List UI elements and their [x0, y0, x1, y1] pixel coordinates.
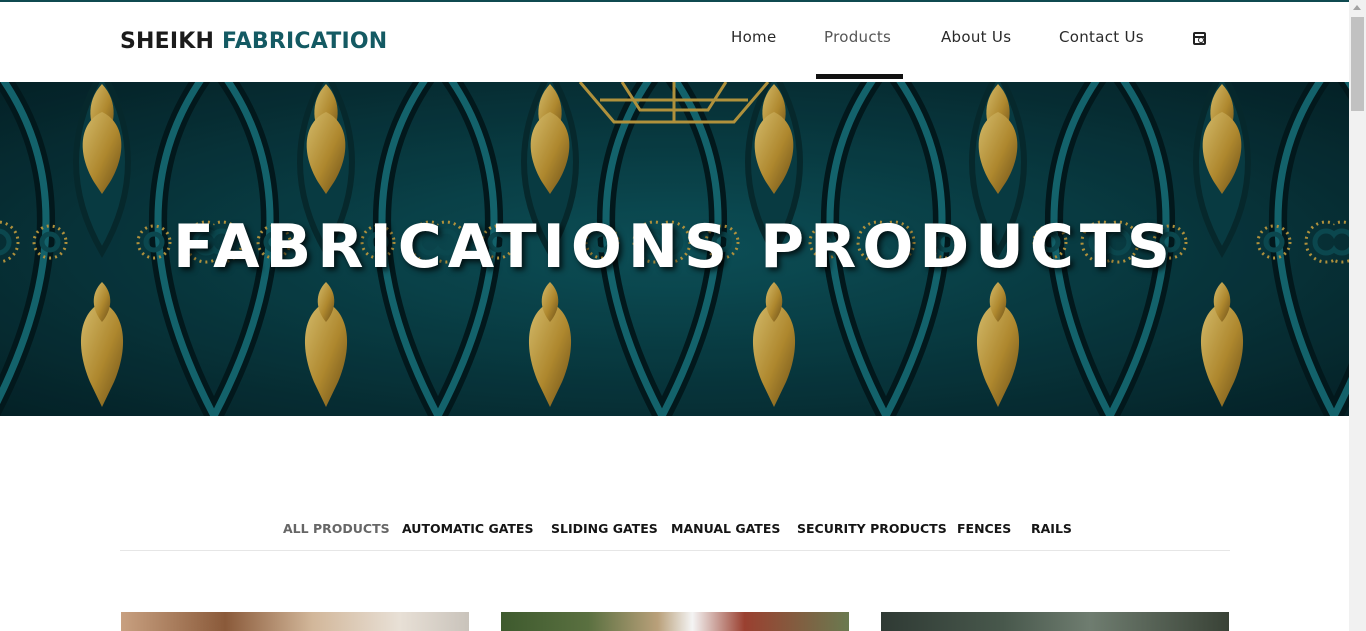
scrollbar-thumb[interactable]: [1351, 17, 1364, 111]
product-thumbnail[interactable]: [121, 612, 469, 631]
tab-all-products[interactable]: ALL PRODUCTS: [283, 521, 390, 536]
product-thumbnail[interactable]: [501, 612, 849, 631]
tab-manual-gates[interactable]: MANUAL GATES: [671, 521, 780, 536]
hero-title: FABRICATIONS PRODUCTS: [172, 212, 1177, 282]
product-thumbnail[interactable]: [881, 612, 1229, 631]
scroll-up-arrow-icon[interactable]: [1353, 5, 1361, 10]
site-header: SHEIKH FABRICATION Home Products About U…: [0, 2, 1349, 82]
nav-item-contact-us[interactable]: Contact Us: [1059, 28, 1144, 46]
tab-automatic-gates[interactable]: AUTOMATIC GATES: [402, 521, 533, 536]
hero-banner: FABRICATIONS PRODUCTS: [0, 82, 1349, 416]
tab-security-products[interactable]: SECURITY PRODUCTS: [797, 521, 947, 536]
product-filter-tabs: ALL PRODUCTS AUTOMATIC GATES SLIDING GAT…: [120, 518, 1230, 551]
nav-active-indicator: [816, 74, 903, 79]
tab-sliding-gates[interactable]: SLIDING GATES: [551, 521, 658, 536]
nav-item-home[interactable]: Home: [731, 28, 777, 46]
nav-item-about-us[interactable]: About Us: [941, 28, 1011, 46]
tab-rails[interactable]: RAILS: [1031, 521, 1072, 536]
page-scrollbar[interactable]: [1349, 0, 1366, 631]
main-nav: Home Products About Us Contact Us: [0, 2, 1349, 82]
instagram-icon[interactable]: [1193, 32, 1206, 45]
tab-fences[interactable]: FENCES: [957, 521, 1011, 536]
nav-item-products[interactable]: Products: [824, 28, 891, 46]
